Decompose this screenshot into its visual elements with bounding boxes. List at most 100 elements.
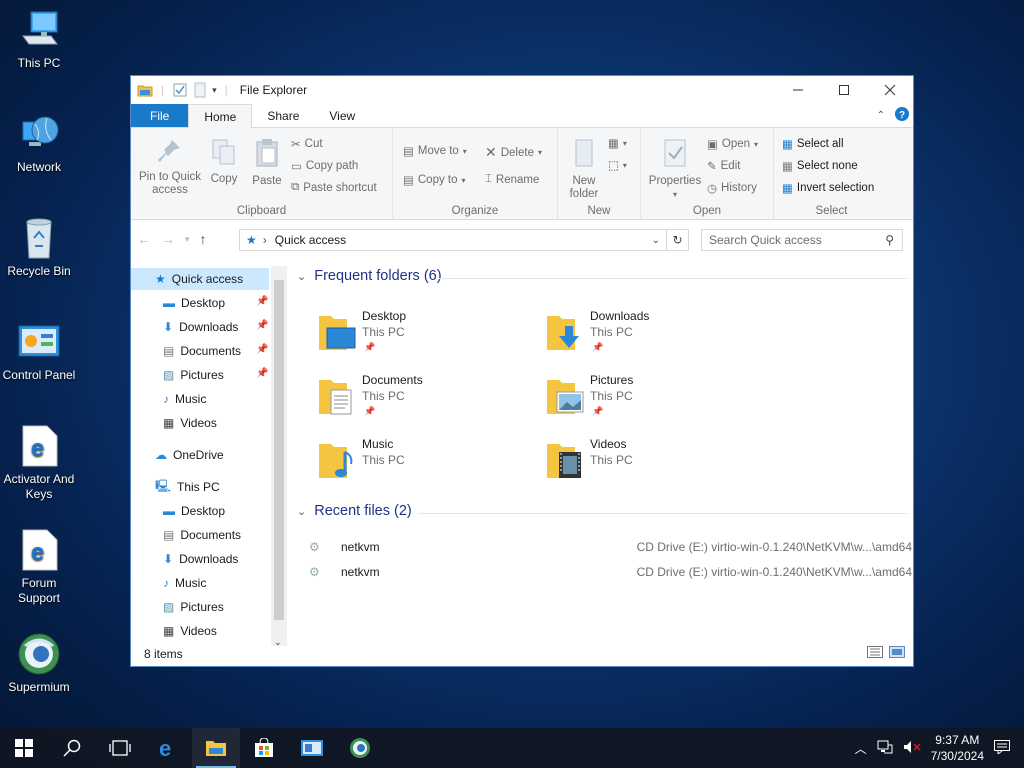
nav-item-pc-desktop[interactable]: ▬ Desktop	[163, 500, 225, 522]
delete-button[interactable]: ✕ Delete ▾	[485, 144, 542, 161]
paste-button[interactable]: Paste	[249, 138, 285, 188]
tab-file[interactable]: File	[131, 104, 189, 127]
nav-item-pc-documents[interactable]: ▤ Documents	[163, 524, 241, 546]
desktop-icon-activator-and-keys[interactable]: e Activator And Keys	[0, 424, 78, 502]
tab-view[interactable]: View	[314, 104, 370, 127]
action-center-icon[interactable]	[994, 739, 1010, 757]
back-arrow-icon[interactable]: ←	[137, 231, 151, 247]
copy-button[interactable]: Copy	[207, 138, 241, 186]
nav-item-pc-downloads[interactable]: ⬇ Downloads	[163, 548, 238, 570]
content-pane: ⌄ Frequent folders (6) Desktop This PC 📌…	[289, 266, 913, 644]
clock[interactable]: 9:37 AM 7/30/2024	[931, 732, 984, 764]
list-item[interactable]	[309, 612, 909, 634]
taskbar-edge[interactable]: e	[144, 728, 192, 768]
frequent-folders-header[interactable]: ⌄ Frequent folders (6)	[297, 268, 442, 284]
scrollbar-thumb[interactable]	[274, 280, 284, 620]
copy-to-button[interactable]: ▤ Copy to ▾	[403, 173, 466, 187]
network-icon[interactable]	[877, 740, 893, 757]
taskbar-file-explorer[interactable]	[192, 728, 240, 768]
nav-item-pictures[interactable]: ▨ Pictures	[163, 364, 224, 386]
forward-arrow-icon[interactable]: →	[161, 231, 175, 247]
chevron-down-icon: ⌄	[297, 270, 307, 283]
desktop-icon-forum-support[interactable]: e Forum Support	[0, 528, 78, 606]
pin-to-quick-access-button[interactable]: Pin to Quick access	[137, 138, 203, 197]
nav-item-quick-access[interactable]: ★ Quick access	[131, 268, 269, 290]
nav-item-label: Desktop	[181, 296, 226, 310]
new-folder-small-icon[interactable]	[192, 82, 208, 98]
task-view-button[interactable]	[96, 728, 144, 768]
minimize-button[interactable]	[775, 76, 821, 104]
invert-selection-button[interactable]: ▦ Invert selection	[782, 181, 874, 195]
easy-access-button[interactable]: ⬚ ▾	[608, 158, 627, 172]
nav-item-onedrive[interactable]: ☁ OneDrive	[155, 444, 224, 466]
taskbar-store[interactable]	[240, 728, 288, 768]
folder-tile-documents[interactable]: Documents This PC 📌	[317, 370, 517, 426]
move-to-button[interactable]: ▤ Move to ▾	[403, 144, 467, 158]
nav-item-music[interactable]: ♪ Music	[163, 388, 206, 410]
nav-item-pc-music[interactable]: ♪ Music	[163, 572, 206, 594]
file-explorer-window: | ▾ | File Explorer File Home Share View…	[130, 75, 914, 667]
svg-text:?: ?	[899, 110, 905, 121]
desktop-icon-supermium[interactable]: Supermium	[0, 632, 78, 695]
folder-tile-downloads[interactable]: Downloads This PC 📌	[545, 306, 745, 362]
nav-item-documents[interactable]: ▤ Documents	[163, 340, 241, 362]
quick-access-star-icon: ★	[246, 233, 257, 247]
show-hidden-icons-chevron-icon[interactable]: ︿	[855, 740, 867, 757]
recent-file-row[interactable]: ⚙ netkvm CD Drive (E:) virtio-win-0.1.24…	[309, 561, 912, 583]
volume-muted-icon[interactable]	[903, 740, 921, 757]
open-button[interactable]: ▣ Open ▾	[707, 137, 758, 151]
details-view-icon[interactable]	[867, 646, 883, 661]
taskbar-supermium[interactable]	[336, 728, 384, 768]
properties-button[interactable]: Properties ▾	[645, 138, 705, 201]
properties-icon[interactable]	[172, 82, 188, 98]
customize-toolbar-icon[interactable]: ▾	[212, 85, 217, 96]
folder-tile-music[interactable]: Music This PC	[317, 434, 517, 490]
nav-item-pc-videos[interactable]: ▦ Videos	[163, 620, 217, 642]
desktop-icon-this-pc[interactable]: This PC	[0, 8, 78, 71]
large-icons-view-icon[interactable]	[889, 646, 905, 661]
collapse-ribbon-icon[interactable]: ⌃	[877, 110, 885, 121]
folder-tile-desktop[interactable]: Desktop This PC 📌	[317, 306, 517, 362]
desktop-icon-network[interactable]: Network	[0, 112, 78, 175]
folder-tile-videos[interactable]: Videos This PC	[545, 434, 745, 490]
select-all-button[interactable]: ▦ Select all	[782, 137, 844, 151]
nav-item-pc-pictures[interactable]: ▨ Pictures	[163, 596, 224, 618]
select-none-button[interactable]: ▦ Select none	[782, 159, 858, 173]
tab-share[interactable]: Share	[252, 104, 314, 127]
desktop-icon-recycle-bin[interactable]: Recycle Bin	[0, 216, 78, 279]
nav-item-desktop[interactable]: ▬ Desktop	[163, 292, 225, 314]
address-location[interactable]: Quick access	[275, 233, 346, 247]
rename-button[interactable]: ⌶ Rename	[485, 173, 539, 186]
new-folder-button[interactable]: New folder	[566, 138, 602, 201]
recent-files-header[interactable]: ⌄ Recent files (2)	[297, 503, 412, 519]
edit-button[interactable]: ✎ Edit	[707, 159, 740, 173]
new-item-button[interactable]: ▦ ▾	[608, 136, 627, 150]
history-button[interactable]: ◷ History	[707, 181, 757, 195]
address-bar[interactable]: ★ › Quick access ⌄	[239, 229, 667, 251]
nav-item-this-pc[interactable]: 🖳 This PC	[155, 476, 220, 498]
nav-item-videos[interactable]: ▦ Videos	[163, 412, 217, 434]
recent-locations-icon[interactable]: ▾	[185, 234, 190, 245]
cut-button[interactable]: ✂ Cut	[291, 137, 323, 151]
maximize-button[interactable]	[821, 76, 867, 104]
copy-path-button[interactable]: ▭ Copy path	[291, 159, 358, 173]
nav-item-label: Pictures	[180, 600, 224, 614]
nav-scrollbar[interactable]: ⌄	[271, 266, 287, 647]
desktop-icon-control-panel[interactable]: Control Panel	[0, 320, 78, 383]
help-icon[interactable]: ?	[895, 107, 909, 124]
address-dropdown-icon[interactable]: ⌄	[652, 235, 660, 246]
refresh-button[interactable]: ↻	[667, 229, 689, 251]
close-button[interactable]	[867, 76, 913, 104]
delete-x-icon: ✕	[485, 144, 497, 160]
tab-home[interactable]: Home	[188, 104, 253, 128]
history-label: History	[721, 182, 757, 194]
paste-shortcut-button[interactable]: ⧉ Paste shortcut	[291, 181, 377, 194]
taskbar-control-panel[interactable]	[288, 728, 336, 768]
nav-item-downloads[interactable]: ⬇ Downloads	[163, 316, 238, 338]
search-button[interactable]	[48, 728, 96, 768]
up-arrow-icon[interactable]: ↑	[200, 231, 207, 247]
folder-tile-pictures[interactable]: Pictures This PC 📌	[545, 370, 745, 426]
start-button[interactable]	[0, 728, 48, 768]
recent-file-row[interactable]: ⚙ netkvm CD Drive (E:) virtio-win-0.1.24…	[309, 536, 912, 558]
search-input[interactable]: Search Quick access ⚲	[701, 229, 903, 251]
